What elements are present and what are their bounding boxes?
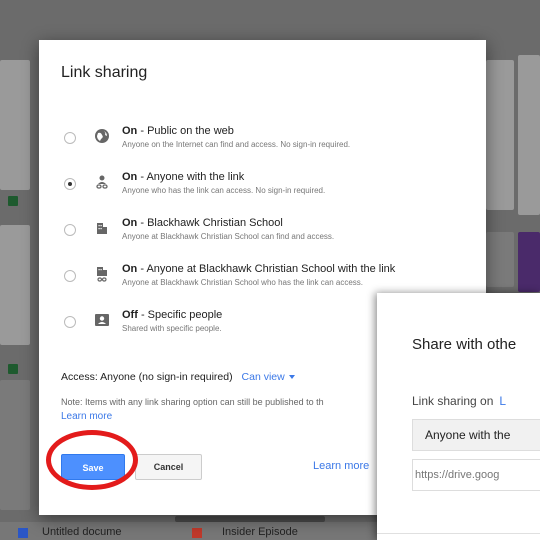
radio-button[interactable]: [64, 132, 76, 144]
option-description: Anyone on the Internet can find and acce…: [122, 140, 351, 149]
file-card: [0, 225, 30, 345]
person-icon: [93, 311, 111, 329]
option-school[interactable]: On - Blackhawk Christian School Anyone a…: [59, 217, 479, 259]
option-public-web[interactable]: On - Public on the web Anyone on the Int…: [59, 125, 479, 167]
option-title: On - Public on the web: [122, 125, 234, 137]
access-select[interactable]: Anyone with the: [412, 419, 540, 451]
option-title: On - Anyone at Blackhawk Christian Schoo…: [122, 263, 396, 275]
option-title: Off - Specific people: [122, 309, 223, 321]
radio-button-selected[interactable]: [64, 178, 76, 190]
calendar-icon: [192, 528, 202, 538]
share-with-others-panel: Share with othe Link sharing on L Anyone …: [377, 293, 540, 540]
caret-down-icon: [288, 375, 295, 380]
file-card: [486, 232, 514, 287]
file-card: [518, 55, 540, 215]
access-row: Access: Anyone (no sign-in required) Can…: [61, 371, 295, 383]
option-description: Anyone at Blackhawk Christian School who…: [122, 278, 364, 287]
file-card: [0, 380, 30, 510]
share-url-field[interactable]: https://drive.goog: [412, 459, 540, 491]
radio-button[interactable]: [64, 224, 76, 236]
radio-button[interactable]: [64, 270, 76, 282]
building-link-icon: [93, 265, 111, 283]
dialog-title: Link sharing: [61, 64, 148, 81]
building-icon: [93, 219, 111, 237]
radio-button[interactable]: [64, 316, 76, 328]
link-sharing-status: Link sharing on L: [412, 394, 507, 408]
learn-more-link[interactable]: Learn more: [313, 460, 369, 472]
file-card: [518, 232, 540, 292]
file-name-label[interactable]: Insider Episode: [222, 526, 298, 538]
cancel-button[interactable]: Cancel: [135, 454, 202, 480]
access-value: Anyone (no sign-in required): [100, 371, 233, 383]
link-sharing-link[interactable]: L: [499, 394, 506, 408]
sheets-icon: [8, 364, 18, 374]
can-view-dropdown[interactable]: Can view: [242, 371, 295, 383]
divider: [377, 533, 540, 534]
option-title: On - Blackhawk Christian School: [122, 217, 283, 229]
file-name-label[interactable]: Untitled docume: [42, 526, 122, 538]
annotation-circle: [46, 430, 138, 490]
sheets-icon: [8, 196, 18, 206]
option-description: Anyone at Blackhawk Christian School can…: [122, 232, 335, 241]
learn-more-link[interactable]: Learn more: [61, 411, 112, 422]
access-label: Access:: [61, 371, 98, 383]
file-card: [0, 60, 30, 190]
option-title: On - Anyone with the link: [122, 171, 245, 183]
publish-note: Note: Items with any link sharing option…: [61, 397, 324, 407]
link-person-icon: [93, 173, 111, 191]
share-panel-title: Share with othe: [412, 336, 517, 353]
option-description: Anyone who has the link can access. No s…: [122, 186, 326, 195]
option-anyone-with-link[interactable]: On - Anyone with the link Anyone who has…: [59, 171, 479, 213]
file-card: [486, 60, 514, 210]
docs-icon: [18, 528, 28, 538]
option-description: Shared with specific people.: [122, 324, 222, 333]
globe-icon: [93, 127, 111, 145]
